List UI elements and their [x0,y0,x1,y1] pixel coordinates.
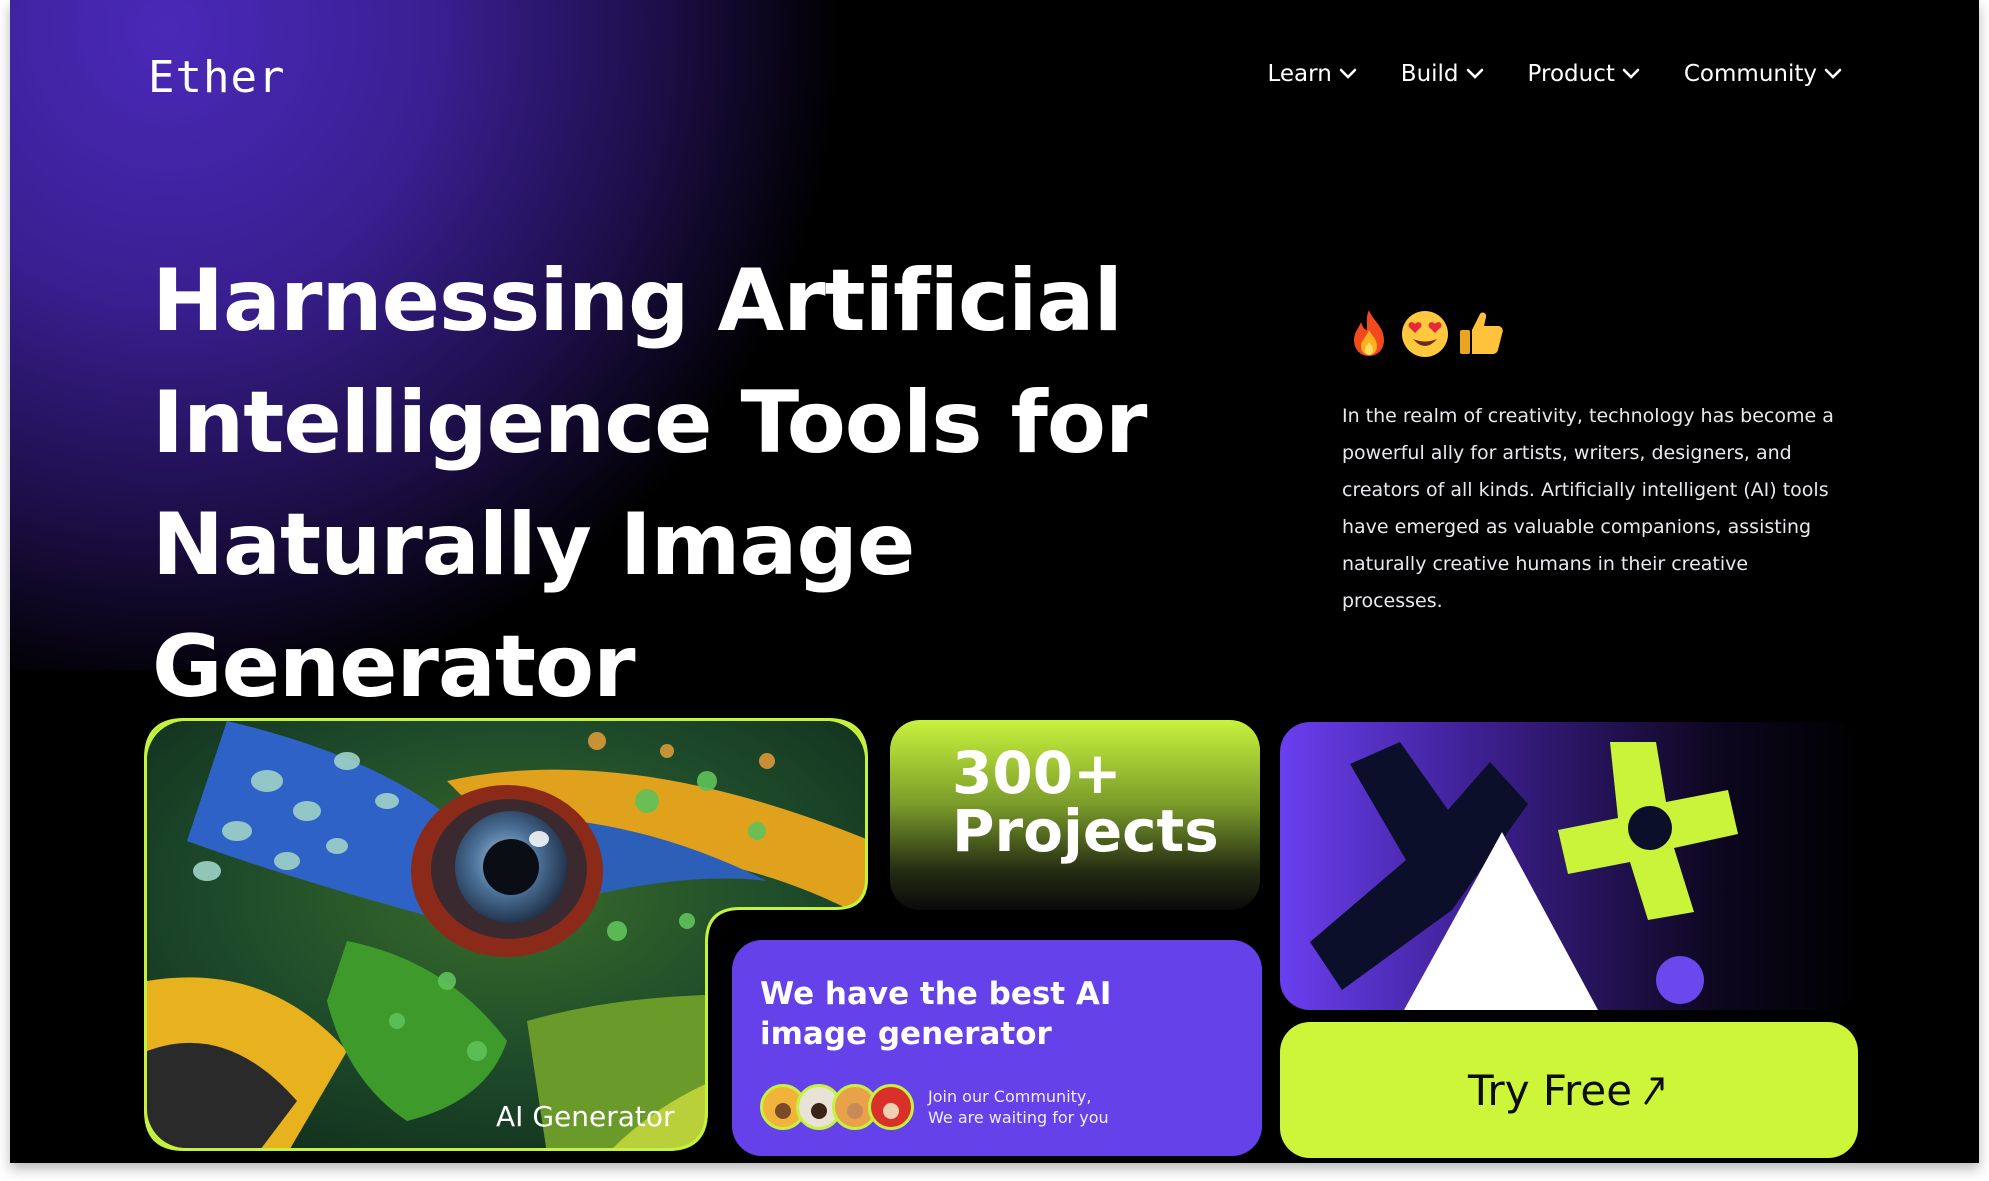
community-line: We are waiting for you [928,1108,1109,1127]
nav-item-community[interactable]: Community [1684,61,1843,87]
nav-item-label: Product [1527,61,1615,87]
headline-line: Harnessing Artificial [152,251,1123,351]
fire-emoji-icon [1354,310,1384,356]
nav-item-label: Build [1400,61,1459,87]
image-card-label: AI Generator [496,1100,675,1133]
main-nav: Learn Build Product Community [1268,61,1844,87]
chevron-down-icon [1466,68,1483,79]
headline-line: Intelligence Tools for [152,373,1147,473]
hero-headline: Harnessing Artificial Intelligence Tools… [152,240,1312,728]
nav-item-product[interactable]: Product [1528,61,1641,87]
hero-description: In the realm of creativity, technology h… [1342,405,1834,612]
heart-eyes-emoji-icon [1402,311,1448,357]
brand-logo[interactable]: Ether [148,52,285,103]
try-free-button[interactable]: Try Free [1280,1022,1858,1158]
best-ai-title: We have the best AI image generator [760,976,1112,1052]
chevron-down-icon [1622,68,1640,79]
nav-item-label: Community [1683,61,1817,87]
community-invite[interactable]: Join our Community, We are waiting for y… [760,1084,1234,1130]
nav-item-learn[interactable]: Learn [1268,61,1358,87]
geometric-graphic-card [1280,722,1858,1010]
best-ai-card[interactable]: We have the best AI image generator Join… [732,940,1262,1156]
nav-item-label: Learn [1267,61,1332,87]
avatar-group [760,1084,914,1130]
page-frame: Ether Learn Build Product Community Harn… [10,0,1979,1163]
projects-label: Projects [952,797,1219,865]
avatar [868,1084,914,1130]
emoji-row [1342,306,1508,360]
projects-count: 300+ [952,739,1122,807]
nav-item-build[interactable]: Build [1401,61,1485,87]
headline-line: Naturally Image Generator [152,495,915,717]
thumbs-up-emoji-icon [1460,312,1503,354]
geometric-shapes [1310,742,1738,1010]
projects-stat-card: 300+ Projects [890,720,1260,910]
chevron-down-icon [1339,68,1357,79]
chevron-down-icon [1824,68,1842,79]
arrow-up-right-icon [1644,1077,1664,1105]
try-free-label: Try Free [1467,1065,1633,1115]
community-text: Join our Community, We are waiting for y… [928,1086,1109,1128]
community-line: Join our Community, [928,1087,1092,1106]
